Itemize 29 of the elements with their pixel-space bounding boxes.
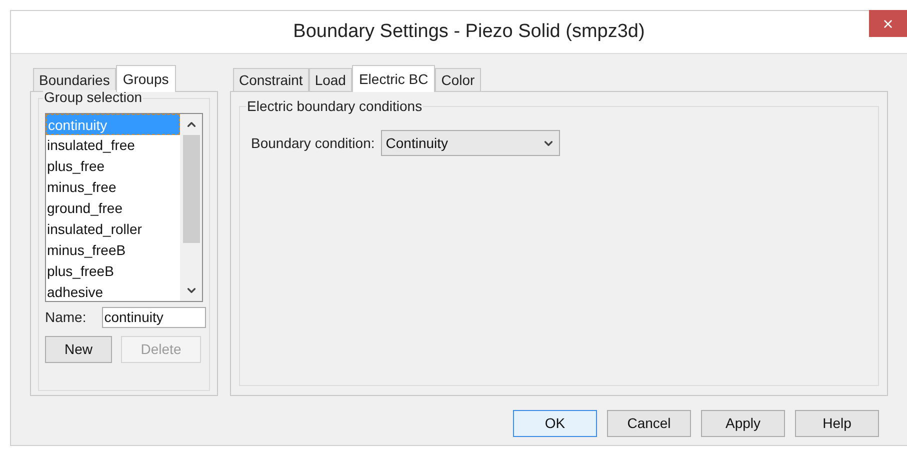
list-item[interactable]: insulated_free	[46, 135, 180, 156]
window-title: Boundary Settings - Piezo Solid (smpz3d)	[292, 20, 645, 44]
button[interactable]: New	[45, 336, 112, 363]
button[interactable]: OK	[513, 410, 597, 437]
group-title: Group selection	[43, 90, 144, 104]
tab[interactable]: Boundaries	[33, 68, 116, 91]
list-item[interactable]: insulated_roller	[46, 219, 180, 240]
button[interactable]: Cancel	[607, 410, 691, 437]
tab[interactable]: Load	[308, 68, 352, 91]
scrollbar[interactable]	[180, 114, 202, 301]
dropdown[interactable]: Continuity	[380, 130, 560, 156]
list-item[interactable]: adhesive	[46, 282, 180, 304]
list-item[interactable]: minus_freeB	[46, 240, 180, 262]
group-title: Electric boundary conditions	[246, 99, 424, 113]
list-item[interactable]: minus_free	[46, 177, 180, 198]
tab[interactable]: Constraint	[233, 68, 309, 91]
list-item[interactable]: plus_free	[46, 156, 180, 178]
name-field[interactable]: continuity	[102, 307, 206, 328]
tab[interactable]: Color	[435, 68, 481, 91]
list-item[interactable]: ground_free	[46, 198, 180, 220]
list-item[interactable]: plus_freeB	[46, 261, 180, 282]
field-label: Boundary condition:	[251, 134, 375, 153]
tab[interactable]: Groups	[116, 65, 176, 92]
close-button[interactable]: ×	[869, 10, 907, 37]
scroll-thumb[interactable]	[182, 135, 200, 243]
tab[interactable]: Electric BC	[352, 65, 436, 92]
button[interactable]: Help	[795, 410, 879, 437]
button[interactable]: Apply	[701, 410, 785, 437]
name-label: Name:	[45, 308, 86, 327]
